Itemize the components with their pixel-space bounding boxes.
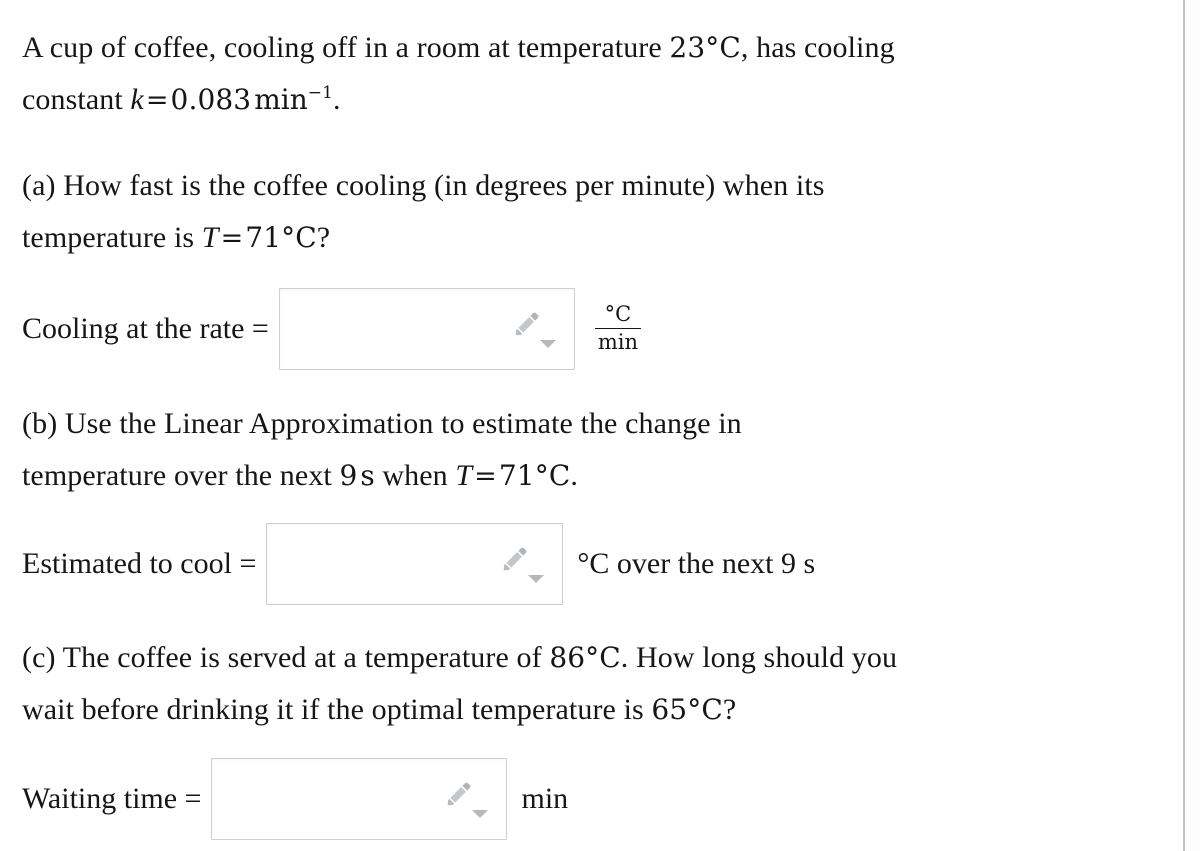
celsius-unit: C [701,693,723,726]
caret-down-icon[interactable] [528,575,545,583]
degree-symbol-icon: ° [585,641,600,674]
part-b-question: (b) Use the Linear Approximation to esti… [22,398,1132,503]
part-c-line2-post: ? [722,693,737,726]
answer-field-b[interactable] [266,523,564,605]
answer-field-c[interactable] [211,758,508,840]
ambient-temperature-value: 23 [669,31,706,64]
temperature-variable: T [201,221,219,254]
part-b-temperature-value: 71 [498,459,535,492]
pencil-icon[interactable] [444,779,474,809]
part-a-question: (a) How fast is the coffee cooling (in d… [22,160,1132,265]
answer-a-label: Cooling at the rate = [22,312,269,345]
degree-symbol-icon: ° [534,459,549,492]
unit-fraction-degc-per-min: °C min [589,303,647,354]
celsius-unit: C [295,221,317,254]
part-a-marker: (a) [22,169,56,202]
answer-field-a[interactable] [278,288,575,370]
unit-numerator: °C [604,302,632,327]
celsius-unit: C [719,31,741,64]
math-editor-toggle-b[interactable] [500,544,546,584]
answer-row-c: Waiting time = min [22,758,568,840]
degree-symbol-icon: ° [281,221,296,254]
cooling-constant-unit: min [254,83,308,116]
right-gutter [1187,0,1200,851]
part-b-interval-value: 9 [339,459,358,492]
caret-down-icon[interactable] [472,810,489,818]
cooling-constant-symbol: k [130,83,144,116]
part-c-text: The coffee is served at a temperature of [55,641,550,674]
cooling-constant-value: 0.083 [170,83,252,116]
part-c-line2-pre: wait before drinking it if the optimal t… [22,693,652,726]
part-b-marker: (b) [22,407,58,440]
equals-sign: = [145,85,169,116]
celsius-unit: C [548,459,571,492]
part-c-question: (c) The coffee is served at a temperatur… [22,632,1132,736]
celsius-unit: C [599,641,621,674]
pencil-icon[interactable] [512,309,542,339]
answer-a-unit: °C min [575,303,647,354]
degree-symbol-icon: ° [705,31,720,64]
part-b-line2-pre: temperature over the next [22,459,340,492]
answer-row-a: Cooling at the rate = °C min [22,288,647,370]
part-a-temperature-value: 71 [245,221,282,254]
served-temperature-value: 86 [549,641,586,674]
answer-b-label: Estimated to cool = [22,547,257,580]
math-editor-toggle-c[interactable] [444,779,490,819]
answer-c-label: Waiting time = [22,782,202,815]
math-editor-toggle-a[interactable] [512,309,558,349]
optimal-temperature-value: 65 [651,693,688,726]
problem-stem: A cup of coffee, cooling off in a room a… [22,22,1132,127]
content-pane: A cup of coffee, cooling off in a room a… [0,0,1185,851]
equals-sign: = [474,461,497,492]
part-b-interval-unit: s [360,459,375,492]
part-b-text: Use the Linear Approximation to estimate… [57,407,742,440]
pencil-icon[interactable] [500,544,530,574]
cooling-constant-exponent: −1 [307,83,334,103]
stem-line2-pre: constant [22,83,131,116]
part-c-marker: (c) [22,641,56,674]
stem-line2-post: . [333,83,341,116]
part-a-line2-pre: temperature is [22,221,202,254]
temperature-variable: T [455,459,473,492]
answer-c-unit: min [521,782,569,815]
stem-line1-pre: A cup of coffee, cooling off in a room a… [22,31,670,64]
part-b-line2-post: . [570,459,578,492]
caret-down-icon[interactable] [539,340,556,348]
part-c-line1-post: . How long should you [620,641,898,674]
part-a-text: How fast is the coffee cooling (in degre… [55,169,825,202]
problem-page: A cup of coffee, cooling off in a room a… [0,0,1200,851]
answer-b-unit: °C over the next 9 s [577,547,816,580]
part-b-line2-mid: when [374,459,456,492]
unit-denominator: min [594,328,642,355]
stem-line1-post: , has cooling [740,31,895,64]
part-a-line2-post: ? [316,221,331,254]
answer-row-b: Estimated to cool = °C over the next 9 s [22,523,815,605]
equals-sign: = [220,223,244,254]
degree-symbol-icon: ° [687,693,702,726]
